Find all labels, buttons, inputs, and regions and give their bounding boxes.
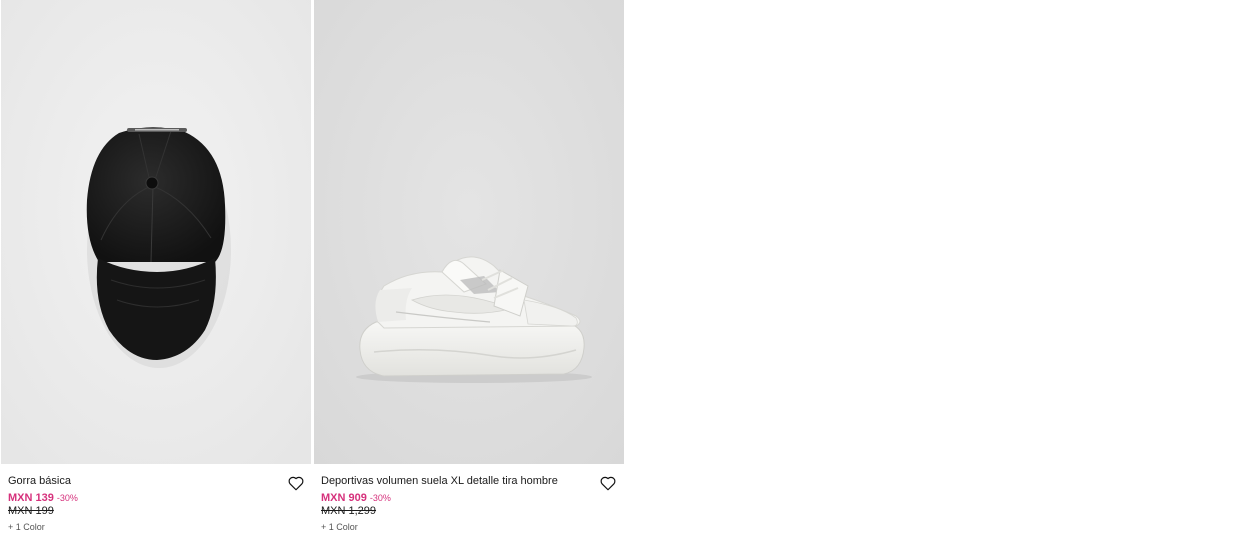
product-name[interactable]: Deportivas volumen suela XL detalle tira… [321, 474, 621, 488]
product-info: Gorra básica MXN 139 -30% MXN 199 + 1 Col… [8, 474, 308, 535]
price-row: MXN 139 -30% [8, 489, 308, 504]
heart-outline-icon[interactable] [599, 474, 617, 492]
product-image-cap[interactable] [1, 0, 311, 464]
product-name[interactable]: Gorra básica [8, 474, 308, 488]
sale-price: MXN 909 [321, 492, 367, 504]
heart-outline-icon[interactable] [287, 474, 305, 492]
product-card: Gorra básica MXN 139 -30% MXN 199 + 1 Col… [0, 0, 311, 556]
product-grid: Gorra básica MXN 139 -30% MXN 199 + 1 Col… [0, 0, 626, 556]
black-cap-image [1, 0, 311, 464]
product-image-sneaker[interactable] [314, 0, 624, 464]
original-price: MXN 1,299 [321, 505, 377, 517]
discount-badge: -30% [56, 493, 78, 503]
sale-price: MXN 139 [8, 492, 54, 504]
color-count[interactable]: + 1 Color [8, 520, 308, 535]
discount-badge: -30% [369, 493, 391, 503]
product-info: Deportivas volumen suela XL detalle tira… [321, 474, 621, 535]
product-card: Deportivas volumen suela XL detalle tira… [313, 0, 624, 556]
original-price: MXN 199 [8, 505, 54, 517]
white-sneaker-image [314, 0, 624, 464]
color-count[interactable]: + 1 Color [321, 520, 621, 535]
price-row: MXN 909 -30% [321, 489, 621, 504]
